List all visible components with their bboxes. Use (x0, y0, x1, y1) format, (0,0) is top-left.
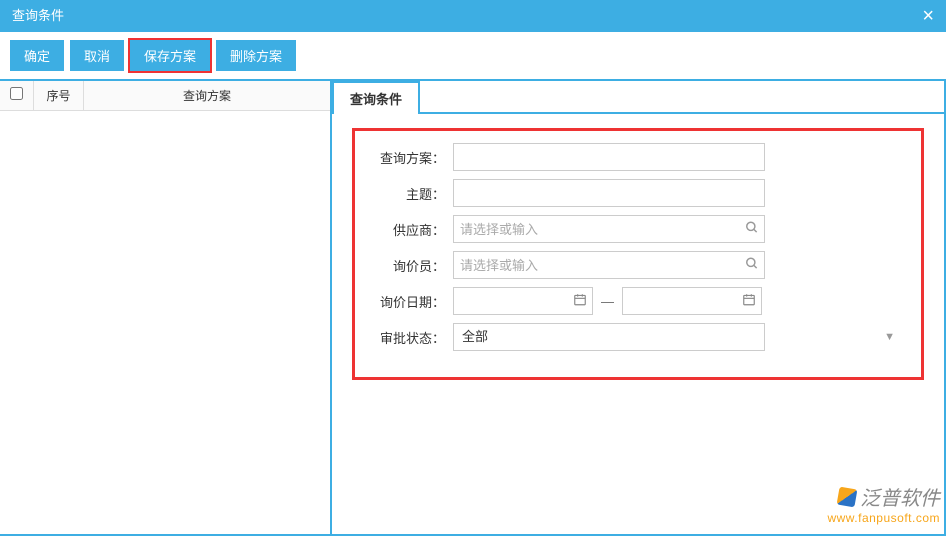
col-plan-header: 查询方案 (84, 81, 330, 110)
save-plan-button[interactable]: 保存方案 (130, 40, 210, 71)
brand-text: 泛普软件 (860, 482, 940, 511)
dialog-title: 查询条件 (12, 0, 64, 32)
condition-form: 查询方案： 主题： 供应商： (352, 128, 924, 380)
select-all-checkbox[interactable] (10, 87, 23, 100)
label-plan: 查询方案： (373, 148, 453, 167)
label-inquiry-date: 询价日期： (373, 292, 453, 311)
col-seq-header: 序号 (34, 81, 84, 110)
content-area: 序号 查询方案 查询条件 查询方案： 主题： 供应商： (0, 79, 946, 536)
label-approval: 审批状态： (373, 328, 453, 347)
tab-conditions[interactable]: 查询条件 (332, 81, 420, 114)
label-supplier: 供应商： (373, 220, 453, 239)
delete-plan-button[interactable]: 删除方案 (216, 40, 296, 71)
brand-url: www.fanpusoft.com (827, 511, 940, 525)
chevron-down-icon: ▼ (884, 331, 895, 343)
label-subject: 主题： (373, 184, 453, 203)
toolbar: 确定 取消 保存方案 删除方案 (0, 32, 946, 79)
date-to-input[interactable] (622, 287, 762, 315)
date-from-input[interactable] (453, 287, 593, 315)
grid-body (0, 111, 330, 534)
approval-select[interactable]: 全部 (453, 323, 765, 351)
cancel-button[interactable]: 取消 (70, 40, 124, 71)
subject-input[interactable] (453, 179, 765, 207)
date-separator: — (601, 294, 614, 309)
condition-panel: 查询条件 查询方案： 主题： 供应商： (332, 81, 946, 536)
watermark: 泛普软件 www.fanpusoft.com (827, 482, 940, 525)
confirm-button[interactable]: 确定 (10, 40, 64, 71)
inquirer-input[interactable] (453, 251, 765, 279)
tab-header: 查询条件 (332, 81, 944, 114)
logo-icon (837, 486, 858, 507)
plan-input[interactable] (453, 143, 765, 171)
plan-list-panel: 序号 查询方案 (0, 81, 332, 536)
col-checkbox (0, 81, 34, 110)
supplier-input[interactable] (453, 215, 765, 243)
close-icon[interactable]: × (922, 0, 934, 32)
label-inquirer: 询价员： (373, 256, 453, 275)
dialog-titlebar: 查询条件 × (0, 0, 946, 32)
grid-header: 序号 查询方案 (0, 81, 330, 111)
